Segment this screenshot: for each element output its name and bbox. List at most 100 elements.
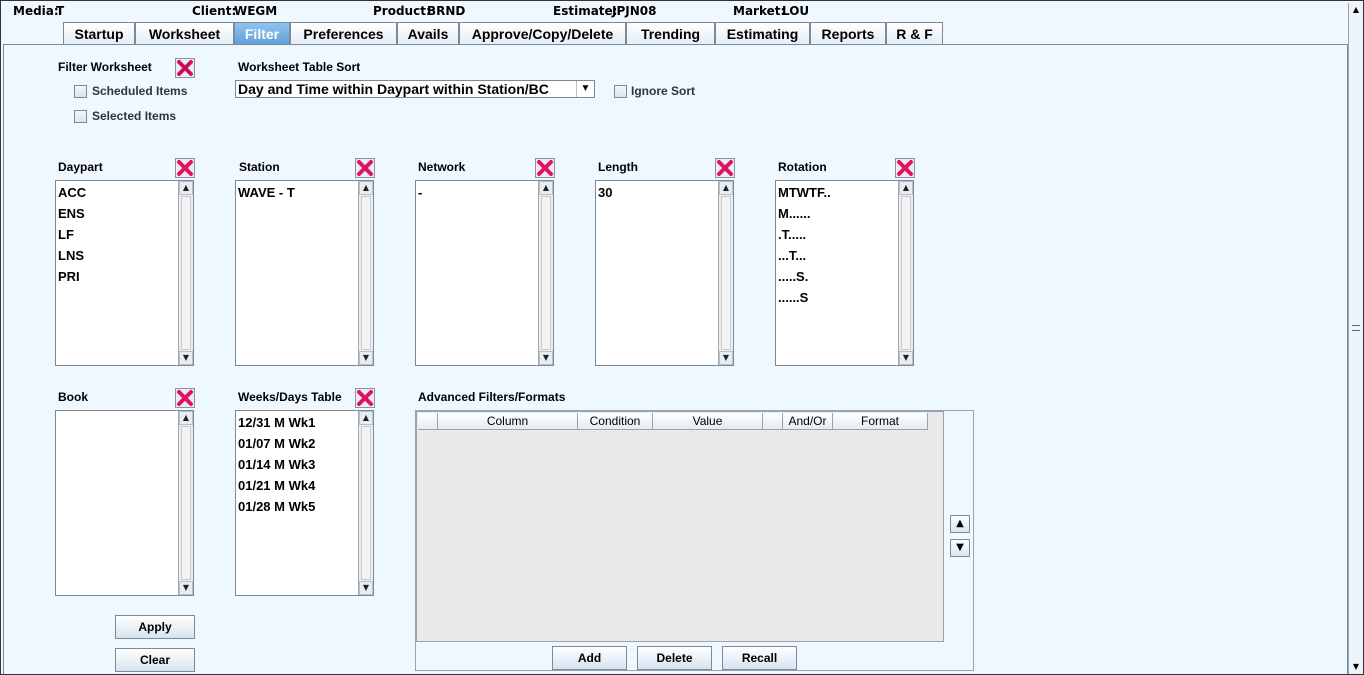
tab-r-and-f[interactable]: R & F [886,22,943,45]
scroll-up-icon[interactable]: ▲ [359,181,373,195]
weeks-list-item[interactable]: 01/14 M Wk3 [237,455,357,476]
estimate-label: Estimate: [553,4,618,18]
rotation-list-item[interactable]: M...... [777,204,897,225]
tab-approve-copy-delete[interactable]: Approve/Copy/Delete [459,22,626,45]
move-up-icon[interactable]: ▲ [950,515,970,533]
network-scrollbar[interactable]: ▲ ▼ [538,181,553,365]
scroll-down-icon[interactable]: ▼ [899,351,913,365]
length-list-item[interactable]: 30 [597,183,717,204]
daypart-list-item[interactable]: PRI [57,267,177,288]
tab-preferences[interactable]: Preferences [290,22,397,45]
clear-weeks-icon[interactable] [355,388,375,408]
scroll-up-icon[interactable]: ▲ [899,181,913,195]
scroll-down-icon[interactable]: ▼ [719,351,733,365]
rotation-list-item[interactable]: MTWTF.. [777,183,897,204]
weeks-list-item[interactable]: 01/28 M Wk5 [237,497,357,518]
scroll-down-icon[interactable]: ▼ [359,581,373,595]
col-header-and-or[interactable]: And/Or [783,413,833,430]
station-label: Station [239,160,280,174]
weeks-scrollbar[interactable]: ▲ ▼ [358,411,373,595]
tab-trending[interactable]: Trending [626,22,715,45]
rotation-list-item[interactable]: ...T... [777,246,897,267]
scroll-down-icon[interactable]: ▼ [1349,660,1363,674]
media-label: Media: [13,4,59,18]
clear-network-icon[interactable] [535,158,555,178]
selected-items-checkbox[interactable] [74,110,87,123]
move-down-icon[interactable]: ▼ [950,539,970,557]
weeks-days-list[interactable]: 12/31 M Wk1 01/07 M Wk2 01/14 M Wk3 01/21 M… [235,410,374,596]
col-header-condition[interactable]: Condition [578,413,653,430]
media-value: T [56,4,65,18]
tab-worksheet[interactable]: Worksheet [135,22,234,45]
advanced-filters-panel: Column Condition Value And/Or Format ▲ ▼… [415,410,974,671]
col-header-select [418,413,438,430]
weeks-list-item[interactable]: 12/31 M Wk1 [237,413,357,434]
daypart-list-item[interactable]: ACC [57,183,177,204]
rotation-list[interactable]: MTWTF.. M...... .T..... ...T... .....S......… [775,180,914,366]
book-scrollbar[interactable]: ▲ ▼ [178,411,193,595]
daypart-scrollbar[interactable]: ▲ ▼ [178,181,193,365]
station-scrollbar[interactable]: ▲ ▼ [358,181,373,365]
clear-daypart-icon[interactable] [175,158,195,178]
length-items: 30 [597,183,717,363]
main-scrollbar[interactable]: ▲ ▼ [1348,3,1363,674]
add-button[interactable]: Add [552,646,627,670]
clear-length-icon[interactable] [715,158,735,178]
apply-button[interactable]: Apply [115,615,195,639]
clear-filter-worksheet-icon[interactable] [175,58,195,78]
product-value: BRND [427,4,466,18]
advanced-filters-table[interactable]: Column Condition Value And/Or Format [416,411,944,642]
scroll-grip[interactable] [1352,325,1360,331]
scroll-up-icon[interactable]: ▲ [359,411,373,425]
worksheet-table-sort-label: Worksheet Table Sort [238,60,361,74]
scroll-down-icon[interactable]: ▼ [359,351,373,365]
rotation-scrollbar[interactable]: ▲ ▼ [898,181,913,365]
station-list-item[interactable]: WAVE - T [237,183,357,204]
tab-estimating[interactable]: Estimating [715,22,810,45]
weeks-items: 12/31 M Wk1 01/07 M Wk2 01/14 M Wk3 01/21 M… [237,413,357,593]
rotation-items: MTWTF.. M...... .T..... ...T... .....S......… [777,183,897,363]
daypart-list-item[interactable]: LNS [57,246,177,267]
clear-button[interactable]: Clear [115,648,195,672]
network-list-item[interactable]: - [417,183,537,204]
tab-avails[interactable]: Avails [397,22,459,45]
delete-button[interactable]: Delete [637,646,712,670]
scroll-up-icon[interactable]: ▲ [719,181,733,195]
clear-book-icon[interactable] [175,388,195,408]
scroll-down-icon[interactable]: ▼ [179,581,193,595]
tab-reports[interactable]: Reports [810,22,886,45]
clear-station-icon[interactable] [355,158,375,178]
scroll-up-icon[interactable]: ▲ [1349,3,1363,17]
recall-button[interactable]: Recall [722,646,797,670]
book-list[interactable]: ▲ ▼ [55,410,194,596]
rotation-list-item[interactable]: .....S. [777,267,897,288]
network-list[interactable]: - ▲ ▼ [415,180,554,366]
ignore-sort-checkbox[interactable] [614,85,627,98]
rotation-list-item[interactable]: ......S [777,288,897,309]
col-header-blank [763,413,783,430]
length-list[interactable]: 30 ▲ ▼ [595,180,734,366]
scroll-up-icon[interactable]: ▲ [539,181,553,195]
rotation-list-item[interactable]: .T..... [777,225,897,246]
weeks-list-item[interactable]: 01/21 M Wk4 [237,476,357,497]
scroll-up-icon[interactable]: ▲ [179,181,193,195]
chevron-down-icon[interactable]: ▼ [576,81,594,97]
scroll-down-icon[interactable]: ▼ [539,351,553,365]
scroll-down-icon[interactable]: ▼ [179,351,193,365]
tab-filter[interactable]: Filter [234,22,290,45]
tab-startup[interactable]: Startup [63,22,135,45]
daypart-list[interactable]: ACC ENS LF LNS PRI ▲ ▼ [55,180,194,366]
length-scrollbar[interactable]: ▲ ▼ [718,181,733,365]
col-header-value[interactable]: Value [653,413,763,430]
daypart-list-item[interactable]: LF [57,225,177,246]
weeks-list-item[interactable]: 01/07 M Wk2 [237,434,357,455]
estimate-value: JPJN08 [612,4,657,18]
scroll-up-icon[interactable]: ▲ [179,411,193,425]
station-list[interactable]: WAVE - T ▲ ▼ [235,180,374,366]
worksheet-table-sort-select[interactable]: Day and Time within Daypart within Stati… [235,80,595,98]
scheduled-items-checkbox[interactable] [74,85,87,98]
col-header-column[interactable]: Column [438,413,578,430]
col-header-format[interactable]: Format [833,413,928,430]
daypart-list-item[interactable]: ENS [57,204,177,225]
clear-rotation-icon[interactable] [895,158,915,178]
